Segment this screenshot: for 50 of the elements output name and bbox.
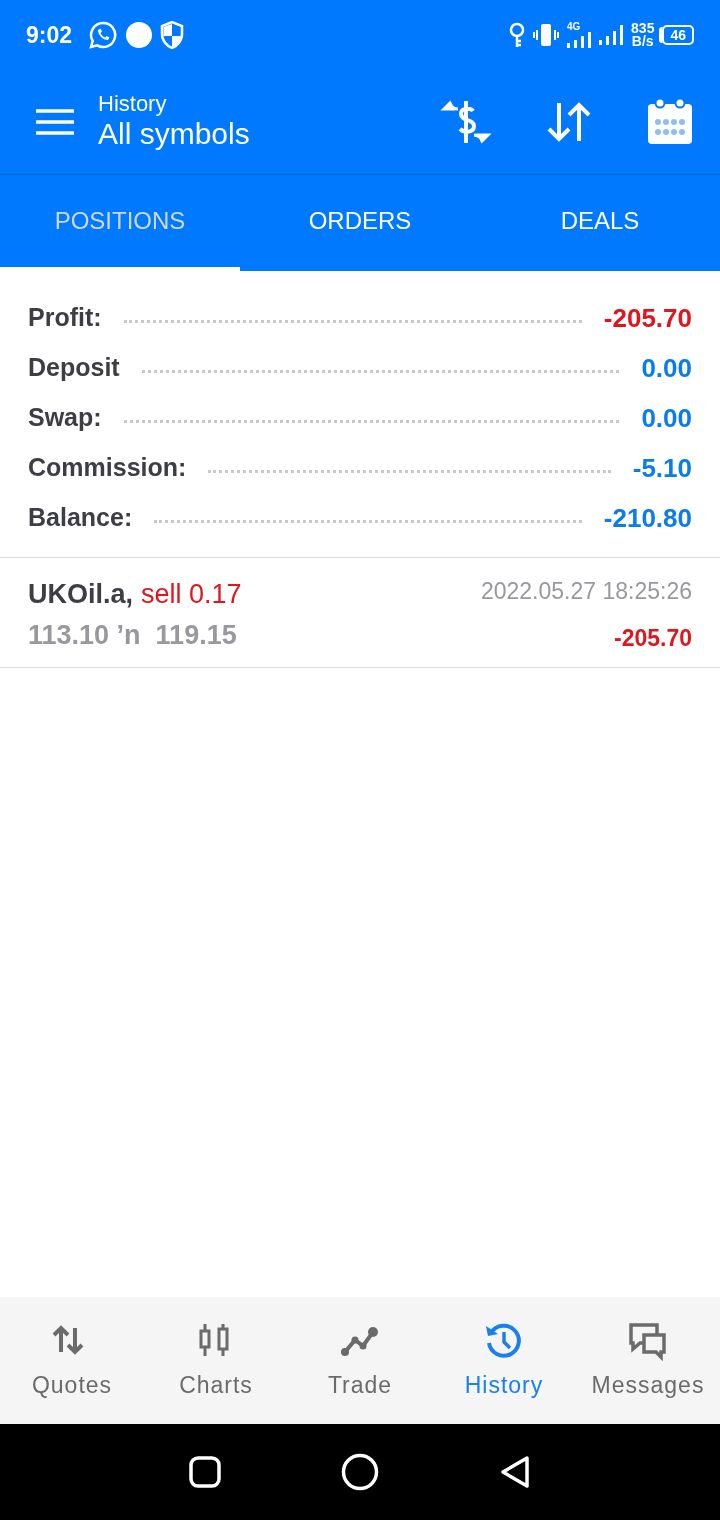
sort-button[interactable] (546, 101, 592, 143)
chat-bubble-icon (88, 20, 119, 50)
nav-tab[interactable]: Messages (576, 1317, 720, 1404)
nav-tab[interactable]: History (432, 1317, 576, 1404)
summary-label: Commission: (28, 452, 187, 484)
battery-level: 46 (662, 25, 694, 45)
speed-unit: B/s (631, 35, 654, 49)
menu-icon (36, 109, 74, 135)
sort-arrows-icon (546, 101, 592, 143)
menu-button[interactable] (36, 109, 74, 135)
screen-title[interactable]: All symbols (98, 116, 250, 153)
chat-bubbles-icon (628, 1321, 668, 1362)
circle-icon (341, 1453, 379, 1491)
summary-value: -5.10 (632, 451, 692, 485)
summary-value: 0.00 (641, 351, 692, 385)
clock-time: 9:02 (26, 20, 73, 50)
nav-tab[interactable]: Charts (144, 1317, 288, 1404)
tab[interactable]: DEALS (480, 175, 720, 271)
summary-value: -210.80 (603, 501, 692, 535)
triangle-icon (499, 1455, 531, 1489)
summary-value: -205.70 (603, 301, 692, 335)
speed-value: 835 (631, 21, 655, 35)
position-profit: -205.70 (614, 623, 692, 653)
nav-tab[interactable]: Trade (288, 1317, 432, 1404)
tab[interactable]: ORDERS (240, 175, 480, 271)
position-time: 2022.05.27 18:25:26 (480, 577, 692, 606)
summary-label: Deposit (28, 352, 120, 384)
summary-label: Profit: (28, 302, 102, 334)
position-symbol: UKOil.a, (28, 578, 134, 611)
back-button[interactable] (499, 1455, 531, 1489)
signal-icon (567, 32, 592, 48)
key-icon (509, 22, 526, 48)
position-side: sell 0.17 (141, 578, 242, 611)
network-type: 4G (567, 22, 581, 32)
summary-label: Swap: (28, 402, 102, 434)
summary-label: Balance: (28, 502, 133, 534)
square-icon (189, 1456, 221, 1488)
summary-value: 0.00 (641, 401, 692, 435)
home-button[interactable] (341, 1453, 379, 1491)
screen-subtitle: History (98, 91, 168, 117)
signal-icon (599, 25, 624, 45)
calendar-icon (646, 98, 694, 146)
vibrate-icon (533, 23, 560, 47)
recents-button[interactable] (189, 1456, 221, 1488)
nav-tab[interactable]: Quotes (0, 1317, 144, 1404)
tab[interactable]: POSITIONS (0, 175, 240, 271)
shield-icon (160, 21, 185, 49)
dot-icon (126, 22, 153, 48)
calendar-button[interactable] (646, 98, 694, 146)
position-prices: 113.10 ’n 119.15 (28, 618, 238, 652)
